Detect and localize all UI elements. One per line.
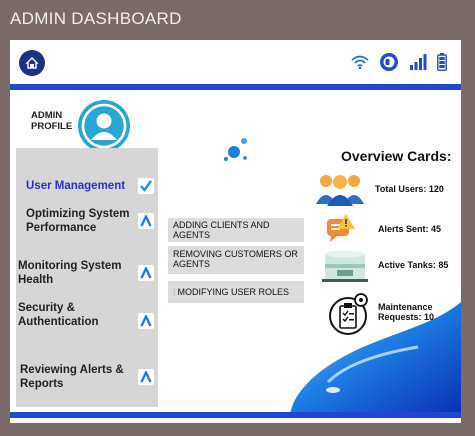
signal-icon	[410, 54, 427, 70]
chevron-up-icon	[138, 213, 154, 229]
sidebar-item-label: Optimizing System Performance	[26, 208, 130, 234]
sidebar-item-label: Security & Authentication	[18, 302, 99, 328]
sidebar-item-label: User Management	[26, 180, 126, 192]
sidebar-item-optimizing-performance[interactable]: Optimizing System Performance	[16, 206, 158, 236]
toggle-icon[interactable]	[379, 52, 399, 72]
battery-icon	[437, 53, 447, 71]
dashboard-frame: ADMIN PROFILE User Management Optimizing…	[10, 40, 461, 423]
top-bar	[10, 40, 461, 84]
card-maintenance-requests: Maintenance Requests: 10	[378, 302, 435, 322]
submenu-item-label: MODIFYING USER ROLES	[177, 287, 290, 297]
water-tank-icon	[322, 250, 368, 282]
drag-handle-icon: ⁞	[173, 287, 176, 297]
check-icon	[138, 178, 154, 194]
footer-divider	[10, 412, 461, 418]
chevron-up-icon	[138, 265, 154, 281]
overview-cards-title: Overview Cards:	[341, 148, 452, 164]
submenu-item-label: ADDING CLIENTS AND AGENTS	[173, 220, 270, 240]
sidebar-item-security[interactable]: Security & Authentication	[16, 300, 158, 330]
admin-profile-label: ADMIN PROFILE	[31, 110, 73, 132]
chevron-up-icon	[138, 369, 154, 385]
sidebar-item-user-management[interactable]: User Management	[16, 176, 158, 196]
home-icon	[25, 57, 39, 69]
user-avatar-icon[interactable]	[78, 100, 130, 152]
submenu-item-removing-customers[interactable]: REMOVING CUSTOMERS OR AGENTS	[168, 246, 304, 274]
sidebar: User Management Optimizing System Perfor…	[16, 148, 158, 407]
home-button[interactable]	[19, 50, 45, 76]
card-active-tanks: Active Tanks: 85	[378, 260, 449, 270]
status-icons	[351, 52, 447, 72]
card-alerts-sent: Alerts Sent: 45	[378, 224, 442, 234]
chevron-up-icon	[138, 313, 154, 329]
sidebar-item-monitoring-health[interactable]: Monitoring System Health	[16, 258, 158, 288]
page-title: ADMIN DASHBOARD	[10, 9, 182, 28]
sidebar-item-label: Reviewing Alerts & Reports	[20, 364, 124, 390]
card-total-users: Total Users: 120	[375, 184, 444, 194]
submenu-item-label: REMOVING CUSTOMERS OR AGENTS	[173, 249, 298, 269]
sidebar-item-alerts-reports[interactable]: Reviewing Alerts & Reports	[16, 362, 158, 392]
alert-message-icon	[327, 214, 355, 242]
bubbles-decoration	[224, 138, 247, 161]
header-divider	[10, 84, 461, 90]
wifi-icon	[351, 55, 369, 69]
submenu-item-adding-clients[interactable]: ADDING CLIENTS AND AGENTS	[168, 218, 304, 242]
submenu-item-modifying-roles[interactable]: ⁞ MODIFYING USER ROLES	[168, 281, 304, 303]
sidebar-item-label: Monitoring System Health	[18, 260, 122, 286]
users-icon	[316, 175, 364, 206]
maintenance-clipboard-icon	[329, 293, 368, 335]
